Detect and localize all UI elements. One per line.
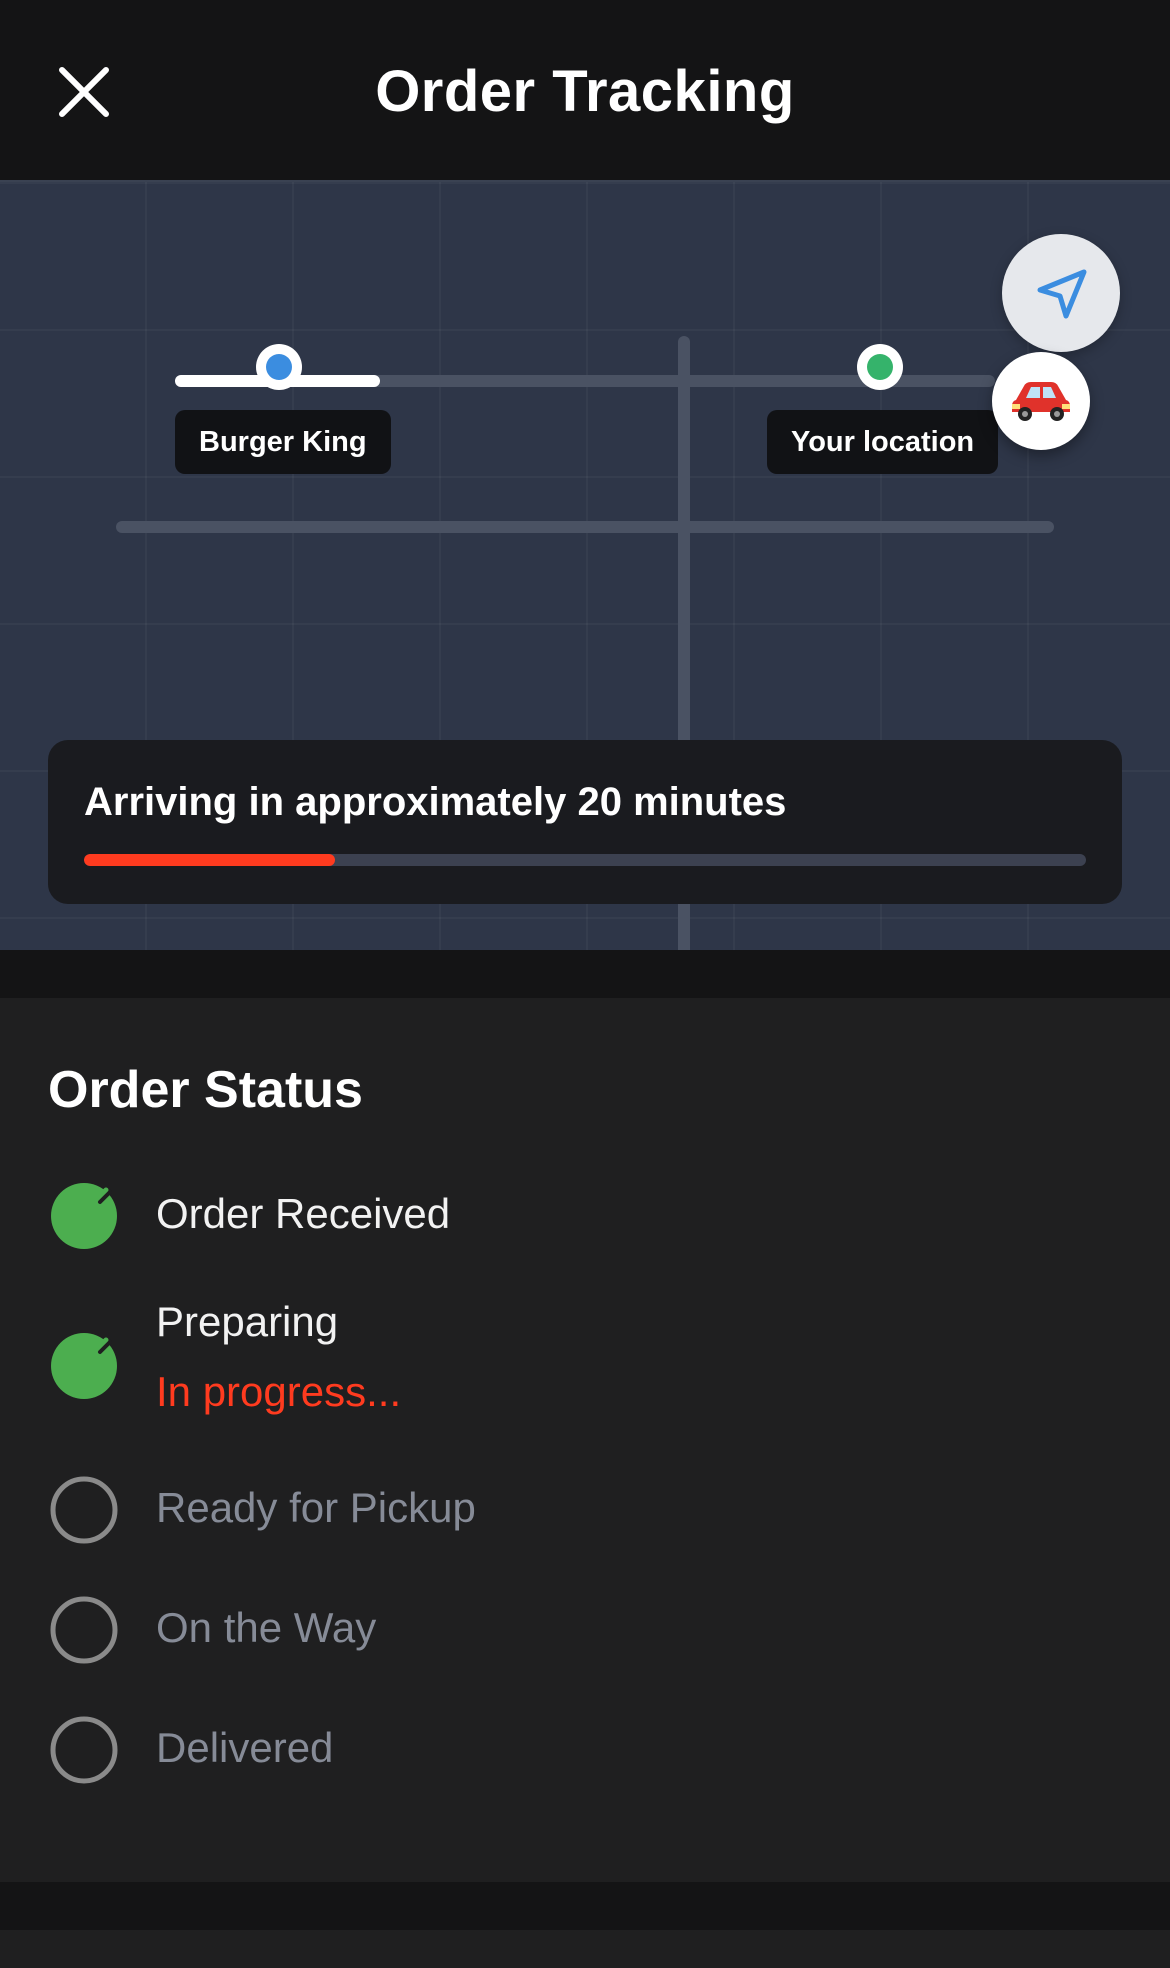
- car-icon: [992, 352, 1090, 450]
- page-title: Order Tracking: [375, 59, 795, 124]
- restaurant-pin[interactable]: [256, 344, 302, 390]
- status-step-label: Order Received: [156, 1190, 451, 1237]
- map-view[interactable]: Burger King Your location Arriving in ap…: [0, 180, 1170, 952]
- restaurant-pin-dot: [266, 354, 292, 380]
- navigation-arrow-icon[interactable]: [1002, 234, 1120, 352]
- destination-pin-dot: [867, 354, 893, 380]
- eta-progress-fill: [84, 854, 335, 866]
- status-step-label: Preparing: [156, 1298, 339, 1345]
- destination-label: Your location: [767, 410, 999, 474]
- status-step-substatus: In progress...: [156, 1368, 402, 1415]
- order-status-title: Order Status: [48, 1061, 363, 1119]
- order-tracking-screen: Order Tracking Burger King Your location: [0, 0, 1170, 1968]
- restaurant-label: Burger King: [175, 410, 391, 474]
- status-step-label: On the Way: [156, 1604, 377, 1651]
- eta-progress-bar: [84, 854, 1086, 866]
- eta-text: Arriving in approximately 20 minutes: [84, 780, 787, 824]
- status-step-label: Ready for Pickup: [156, 1484, 476, 1531]
- empty-circle-icon: [48, 1474, 120, 1546]
- eta-card: Arriving in approximately 20 minutes: [48, 740, 1122, 904]
- empty-circle-icon: [48, 1714, 120, 1786]
- map-road-horizontal: [116, 521, 1054, 533]
- status-step-label: Delivered: [156, 1724, 334, 1771]
- header: Order Tracking: [0, 0, 1170, 180]
- bottom-divider: [0, 1882, 1170, 1930]
- order-status-panel: Order Status Order Received Preparing In…: [0, 998, 1170, 1882]
- section-divider: [0, 950, 1170, 998]
- check-circle-icon: [48, 1178, 120, 1250]
- empty-circle-icon: [48, 1594, 120, 1666]
- bottom-panel-edge: [0, 1930, 1170, 1968]
- check-circle-icon: [48, 1328, 120, 1400]
- destination-pin[interactable]: [857, 344, 903, 390]
